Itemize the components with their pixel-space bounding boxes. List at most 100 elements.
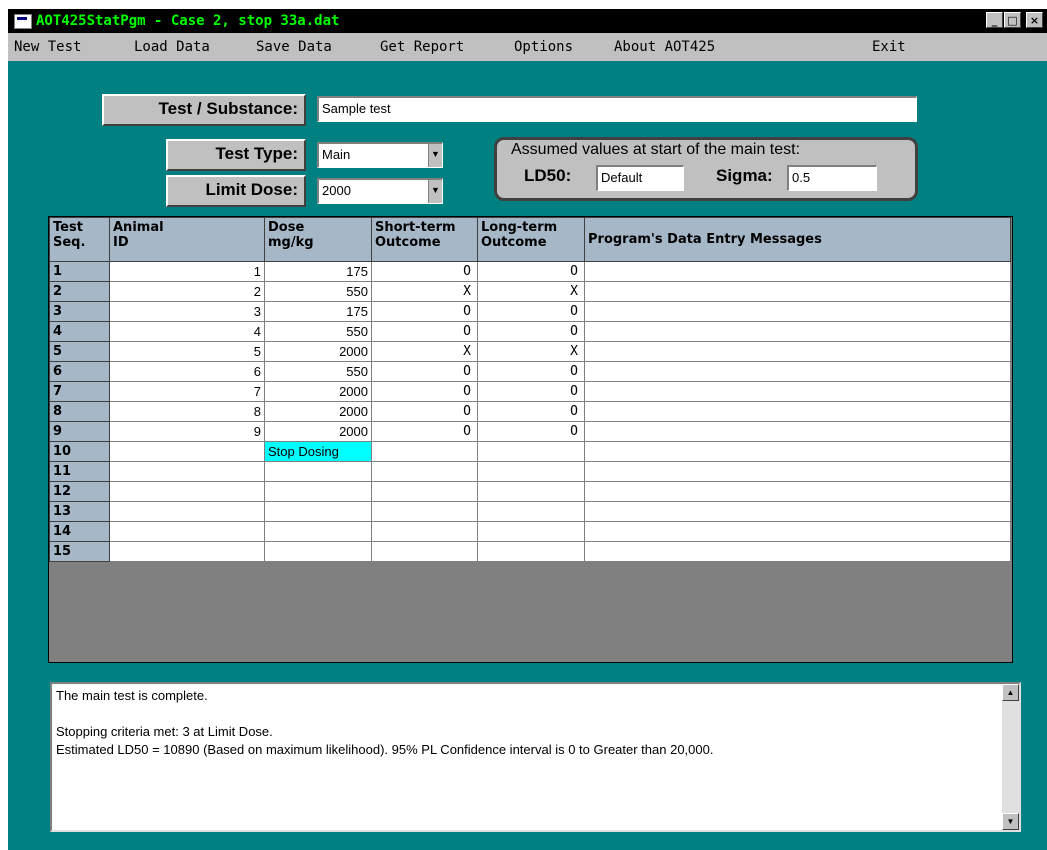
long-term-cell[interactable]: O bbox=[477, 321, 585, 342]
dose-cell[interactable] bbox=[264, 521, 372, 542]
animal-id-cell[interactable]: 9 bbox=[109, 421, 265, 442]
message-textarea[interactable]: The main test is complete. Stopping crit… bbox=[50, 682, 1021, 832]
long-term-cell[interactable] bbox=[477, 441, 585, 462]
short-term-cell[interactable] bbox=[371, 501, 478, 522]
menu-about[interactable]: About AOT425 bbox=[614, 39, 715, 55]
table-row: 8 8 2000 O O bbox=[49, 401, 1011, 422]
short-term-cell[interactable]: O bbox=[371, 301, 478, 322]
menu-get-report[interactable]: Get Report bbox=[380, 39, 464, 55]
long-term-cell[interactable]: O bbox=[477, 381, 585, 402]
long-term-cell[interactable] bbox=[477, 541, 585, 562]
long-term-cell[interactable]: O bbox=[477, 301, 585, 322]
dose-cell[interactable] bbox=[264, 481, 372, 502]
short-term-cell[interactable] bbox=[371, 521, 478, 542]
test-data-table: Test Seq. Animal ID Dose mg/kg Short-term Ou… bbox=[49, 217, 1011, 562]
close-button[interactable]: × bbox=[1026, 12, 1043, 28]
animal-id-cell[interactable]: 7 bbox=[109, 381, 265, 402]
scroll-down-icon[interactable]: ▼ bbox=[1002, 813, 1019, 830]
seq-cell: 2 bbox=[49, 281, 110, 302]
short-term-cell[interactable]: O bbox=[371, 381, 478, 402]
seq-cell: 8 bbox=[49, 401, 110, 422]
long-term-cell[interactable]: O bbox=[477, 401, 585, 422]
vertical-scrollbar[interactable]: ▲ ▼ bbox=[1002, 684, 1019, 830]
animal-id-cell[interactable] bbox=[109, 501, 265, 522]
animal-id-cell[interactable] bbox=[109, 461, 265, 482]
title-bar[interactable]: AOT425StatPgm - Case 2, stop 33a.dat _ □… bbox=[8, 9, 1047, 33]
dose-cell[interactable]: 175 bbox=[264, 301, 372, 322]
menu-save-data[interactable]: Save Data bbox=[256, 39, 332, 55]
seq-cell: 4 bbox=[49, 321, 110, 342]
animal-id-cell[interactable]: 1 bbox=[109, 261, 265, 282]
scroll-up-icon[interactable]: ▲ bbox=[1002, 684, 1019, 701]
sigma-input[interactable]: 0.5 bbox=[787, 165, 877, 191]
dose-cell[interactable]: 175 bbox=[264, 261, 372, 282]
limit-dose-select[interactable]: 2000 ▼ bbox=[317, 178, 443, 204]
long-term-cell[interactable] bbox=[477, 481, 585, 502]
message-cell bbox=[584, 321, 1011, 342]
app-icon[interactable] bbox=[14, 14, 32, 29]
menu-load-data[interactable]: Load Data bbox=[134, 39, 210, 55]
short-term-cell[interactable]: O bbox=[371, 421, 478, 442]
long-term-cell[interactable]: O bbox=[477, 361, 585, 382]
seq-cell: 10 bbox=[49, 441, 110, 462]
message-cell bbox=[584, 501, 1011, 522]
test-type-select[interactable]: Main ▼ bbox=[317, 142, 443, 168]
dose-cell[interactable] bbox=[264, 501, 372, 522]
animal-id-cell[interactable] bbox=[109, 521, 265, 542]
header-dose-l1: Dose bbox=[268, 220, 305, 235]
long-term-cell[interactable]: X bbox=[477, 341, 585, 362]
dose-cell[interactable]: 2000 bbox=[264, 421, 372, 442]
dose-cell[interactable]: 550 bbox=[264, 321, 372, 342]
animal-id-cell[interactable] bbox=[109, 541, 265, 562]
animal-id-cell[interactable] bbox=[109, 481, 265, 502]
menu-new-test[interactable]: New Test bbox=[14, 39, 81, 55]
short-term-cell[interactable]: O bbox=[371, 401, 478, 422]
message-cell bbox=[584, 481, 1011, 502]
message-cell bbox=[584, 541, 1011, 562]
long-term-cell[interactable] bbox=[477, 501, 585, 522]
short-term-cell[interactable]: X bbox=[371, 281, 478, 302]
long-term-cell[interactable] bbox=[477, 521, 585, 542]
stop-dosing-cell[interactable]: Stop Dosing bbox=[264, 441, 372, 462]
dose-cell[interactable]: 2000 bbox=[264, 401, 372, 422]
short-term-cell[interactable]: O bbox=[371, 321, 478, 342]
app-window: AOT425StatPgm - Case 2, stop 33a.dat _ □… bbox=[8, 9, 1047, 850]
short-term-cell[interactable] bbox=[371, 441, 478, 462]
animal-id-cell[interactable]: 2 bbox=[109, 281, 265, 302]
short-term-cell[interactable]: O bbox=[371, 361, 478, 382]
chevron-down-icon[interactable]: ▼ bbox=[428, 180, 442, 203]
ld50-input[interactable]: Default bbox=[596, 165, 684, 191]
seq-cell: 1 bbox=[49, 261, 110, 282]
seq-cell: 14 bbox=[49, 521, 110, 542]
animal-id-cell[interactable]: 6 bbox=[109, 361, 265, 382]
dose-cell[interactable]: 2000 bbox=[264, 381, 372, 402]
menu-options[interactable]: Options bbox=[514, 39, 573, 55]
short-term-cell[interactable] bbox=[371, 461, 478, 482]
dose-cell[interactable]: 550 bbox=[264, 361, 372, 382]
maximize-button[interactable]: □ bbox=[1004, 12, 1021, 28]
dose-cell[interactable] bbox=[264, 541, 372, 562]
minimize-button[interactable]: _ bbox=[986, 12, 1003, 28]
sigma-label: Sigma: bbox=[716, 166, 773, 185]
short-term-cell[interactable]: O bbox=[371, 261, 478, 282]
dose-cell[interactable]: 550 bbox=[264, 281, 372, 302]
substance-input[interactable]: Sample test bbox=[317, 96, 917, 122]
short-term-cell[interactable]: X bbox=[371, 341, 478, 362]
dose-cell[interactable] bbox=[264, 461, 372, 482]
animal-id-cell[interactable]: 3 bbox=[109, 301, 265, 322]
long-term-cell[interactable]: O bbox=[477, 421, 585, 442]
dose-cell[interactable]: 2000 bbox=[264, 341, 372, 362]
short-term-cell[interactable] bbox=[371, 481, 478, 502]
long-term-cell[interactable] bbox=[477, 461, 585, 482]
animal-id-cell[interactable]: 4 bbox=[109, 321, 265, 342]
short-term-cell[interactable] bbox=[371, 541, 478, 562]
long-term-cell[interactable]: O bbox=[477, 261, 585, 282]
animal-id-cell[interactable]: 5 bbox=[109, 341, 265, 362]
seq-cell: 9 bbox=[49, 421, 110, 442]
chevron-down-icon[interactable]: ▼ bbox=[428, 144, 442, 167]
long-term-cell[interactable]: X bbox=[477, 281, 585, 302]
animal-id-cell[interactable] bbox=[109, 441, 265, 462]
menu-exit[interactable]: Exit bbox=[872, 39, 906, 55]
assumed-values-caption: Assumed values at start of the main test… bbox=[511, 141, 801, 158]
animal-id-cell[interactable]: 8 bbox=[109, 401, 265, 422]
